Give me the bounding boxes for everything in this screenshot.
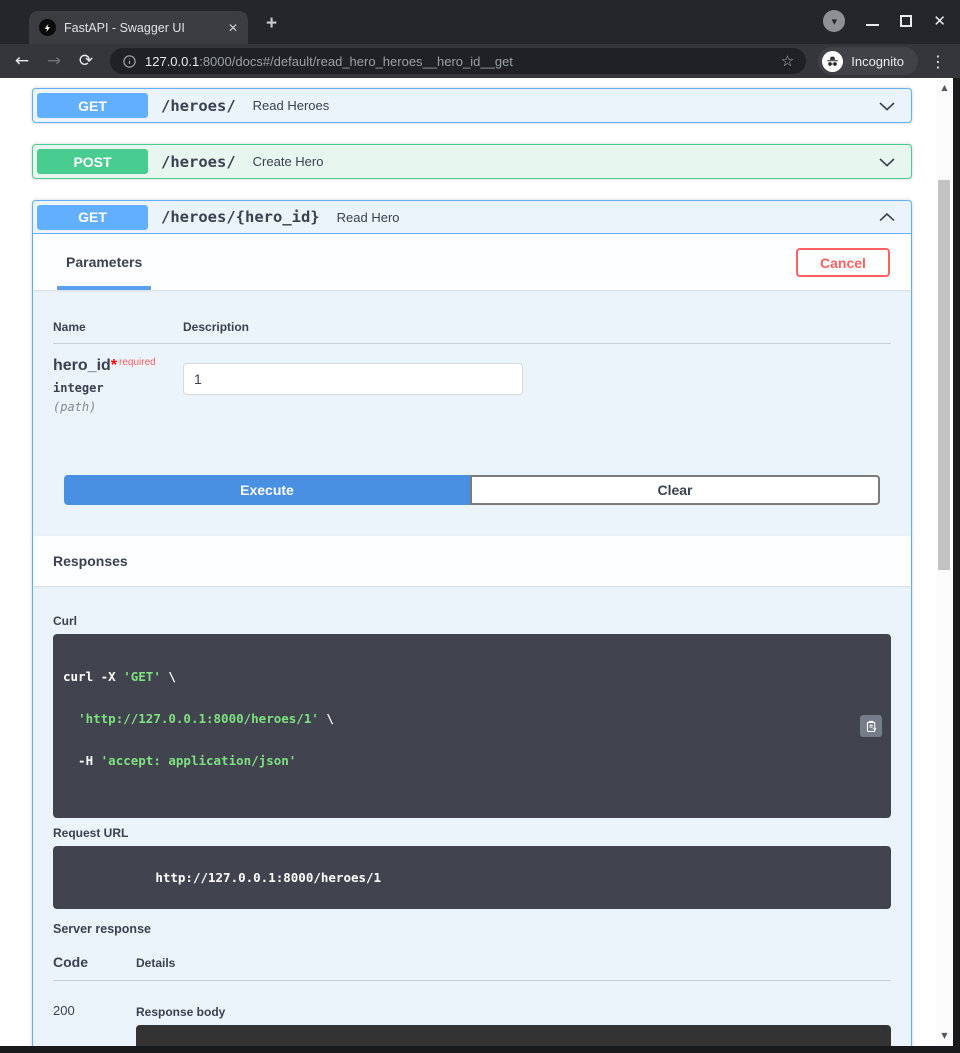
close-window-button[interactable]: ✕ [933, 14, 946, 29]
browser-menu-icon[interactable]: ⋮ [930, 52, 946, 71]
opblock-summary[interactable]: POST /heroes/ Create Hero [33, 145, 911, 178]
minimize-button[interactable] [866, 24, 880, 26]
chevron-down-icon[interactable] [877, 152, 897, 172]
curl-line: curl -X 'GET' \ [63, 669, 176, 684]
active-tab-underline [57, 286, 152, 290]
description-column-header: Description [183, 320, 250, 334]
new-tab-button[interactable]: + [266, 13, 277, 35]
browser-toolbar: ← → ⟳ 127.0.0.1:8000/docs#/default/read_… [0, 44, 960, 78]
browser-tab[interactable]: FastAPI - Swagger UI ✕ [29, 11, 248, 44]
url-path: :8000/docs#/default/read_hero_heroes__he… [199, 53, 513, 69]
code-column-header: Code [53, 954, 88, 970]
method-badge-post: POST [37, 149, 148, 174]
cancel-button[interactable]: Cancel [796, 248, 890, 277]
parameter-row-hero-id: hero_id* required integer (path) [53, 344, 891, 414]
incognito-icon [822, 50, 844, 72]
request-url-block: http://127.0.0.1:8000/heroes/1 [53, 846, 891, 909]
method-badge-get: GET [37, 93, 148, 118]
url-bar[interactable]: 127.0.0.1:8000/docs#/default/read_hero_h… [110, 48, 807, 74]
parameter-location: (path) [53, 400, 97, 414]
page-scrollbar[interactable]: ▲ ▼ [936, 78, 953, 1046]
details-column-header: Details [136, 956, 176, 970]
op-summary-text: Read Hero [336, 209, 400, 225]
response-details: Response body { "name": "Deadpond", "sec… [136, 995, 891, 1046]
name-column-header: Name [53, 320, 86, 334]
parameter-value-cell [183, 357, 523, 414]
url-text: 127.0.0.1:8000/docs#/default/read_hero_h… [145, 54, 513, 69]
incognito-badge: Incognito [818, 47, 918, 75]
chevron-up-icon[interactable] [877, 207, 897, 227]
request-url-label: Request URL [53, 826, 129, 840]
window-controls: ▾ ✕ [823, 10, 946, 32]
responses-body: Curl curl -X 'GET' \ 'http://127.0.0.1:8… [33, 586, 911, 1046]
scrollbar-thumb[interactable] [938, 180, 950, 570]
window-edge-bottom [0, 1046, 960, 1053]
scroll-down-icon[interactable]: ▼ [936, 1031, 953, 1040]
method-badge-get: GET [37, 204, 148, 230]
responses-title: Responses [53, 553, 128, 569]
parameters-header: Parameters Cancel [33, 234, 911, 290]
page-content: GET /heroes/ Read Heroes POST /heroes/ C… [0, 78, 953, 1046]
status-code: 200 [53, 1003, 75, 1018]
op-path: /heroes/ [161, 96, 236, 115]
response-table-head: Code Details [53, 954, 891, 981]
parameter-type: integer [53, 381, 104, 395]
server-response-label: Server response [53, 922, 151, 936]
chrome-caret-icon[interactable]: ▾ [823, 10, 846, 32]
incognito-label: Incognito [851, 53, 904, 69]
curl-line: -H 'accept: application/json' [63, 753, 297, 768]
info-icon[interactable] [122, 54, 137, 69]
responses-header: Responses [33, 536, 911, 586]
required-star: * [110, 357, 118, 374]
copy-curl-button[interactable] [860, 715, 882, 737]
url-host: 127.0.0.1 [145, 53, 200, 69]
opblock-get-hero-by-id: GET /heroes/{hero_id} Read Hero Paramete… [32, 200, 912, 1046]
curl-command-block: curl -X 'GET' \ 'http://127.0.0.1:8000/h… [53, 634, 891, 818]
forward-button[interactable]: → [42, 51, 66, 71]
maximize-button[interactable] [900, 15, 913, 27]
response-body-block: { "name": "Deadpond", "secret_name": "Di… [136, 1025, 891, 1046]
parameter-meta: hero_id* required integer (path) [53, 357, 183, 414]
hero-id-input[interactable] [183, 363, 523, 395]
reload-button[interactable]: ⟳ [74, 51, 98, 71]
required-label: required [119, 357, 156, 368]
parameter-name: hero_id* required [53, 357, 156, 374]
op-summary-text: Read Heroes [252, 98, 330, 113]
clear-button[interactable]: Clear [470, 475, 880, 505]
response-body-label: Response body [136, 1005, 226, 1019]
clipboard-icon [866, 720, 876, 732]
scroll-up-icon[interactable]: ▲ [936, 83, 953, 92]
parameters-table-head: Name Description [53, 298, 891, 344]
opblock-summary[interactable]: GET /heroes/{hero_id} Read Hero [33, 201, 911, 234]
back-button[interactable]: ← [10, 51, 34, 71]
op-summary-text: Create Hero [252, 154, 324, 169]
opblock-summary[interactable]: GET /heroes/ Read Heroes [33, 89, 911, 122]
bookmark-star-icon[interactable]: ☆ [781, 52, 794, 70]
parameters-table: Name Description hero_id* required intege… [33, 290, 911, 414]
fastapi-favicon-icon [39, 19, 56, 36]
curl-line: 'http://127.0.0.1:8000/heroes/1' \ [78, 711, 334, 726]
curl-label: Curl [53, 614, 77, 628]
response-row-200: 200 Response body { "name": "Deadpond", … [53, 981, 891, 1046]
tab-parameters[interactable]: Parameters [57, 234, 152, 290]
request-url-value: http://127.0.0.1:8000/heroes/1 [155, 870, 382, 885]
execute-wrapper: Execute Clear [33, 475, 911, 505]
tab-title: FastAPI - Swagger UI [64, 20, 185, 35]
opblock-post-heroes: POST /heroes/ Create Hero [32, 144, 912, 179]
op-path: /heroes/ [161, 152, 236, 171]
parameters-tab-label: Parameters [66, 254, 143, 270]
opblock-get-heroes: GET /heroes/ Read Heroes [32, 88, 912, 123]
tab-close-icon[interactable]: ✕ [228, 21, 238, 35]
window-edge-right [953, 78, 960, 1053]
op-path: /heroes/{hero_id} [161, 208, 320, 226]
swagger-ui: GET /heroes/ Read Heroes POST /heroes/ C… [0, 78, 936, 1046]
browser-titlebar: FastAPI - Swagger UI ✕ + ▾ ✕ [0, 0, 960, 44]
execute-button[interactable]: Execute [64, 475, 470, 505]
chevron-down-icon[interactable] [877, 96, 897, 116]
browser-window: FastAPI - Swagger UI ✕ + ▾ ✕ ← → ⟳ 127.0… [0, 0, 960, 1053]
